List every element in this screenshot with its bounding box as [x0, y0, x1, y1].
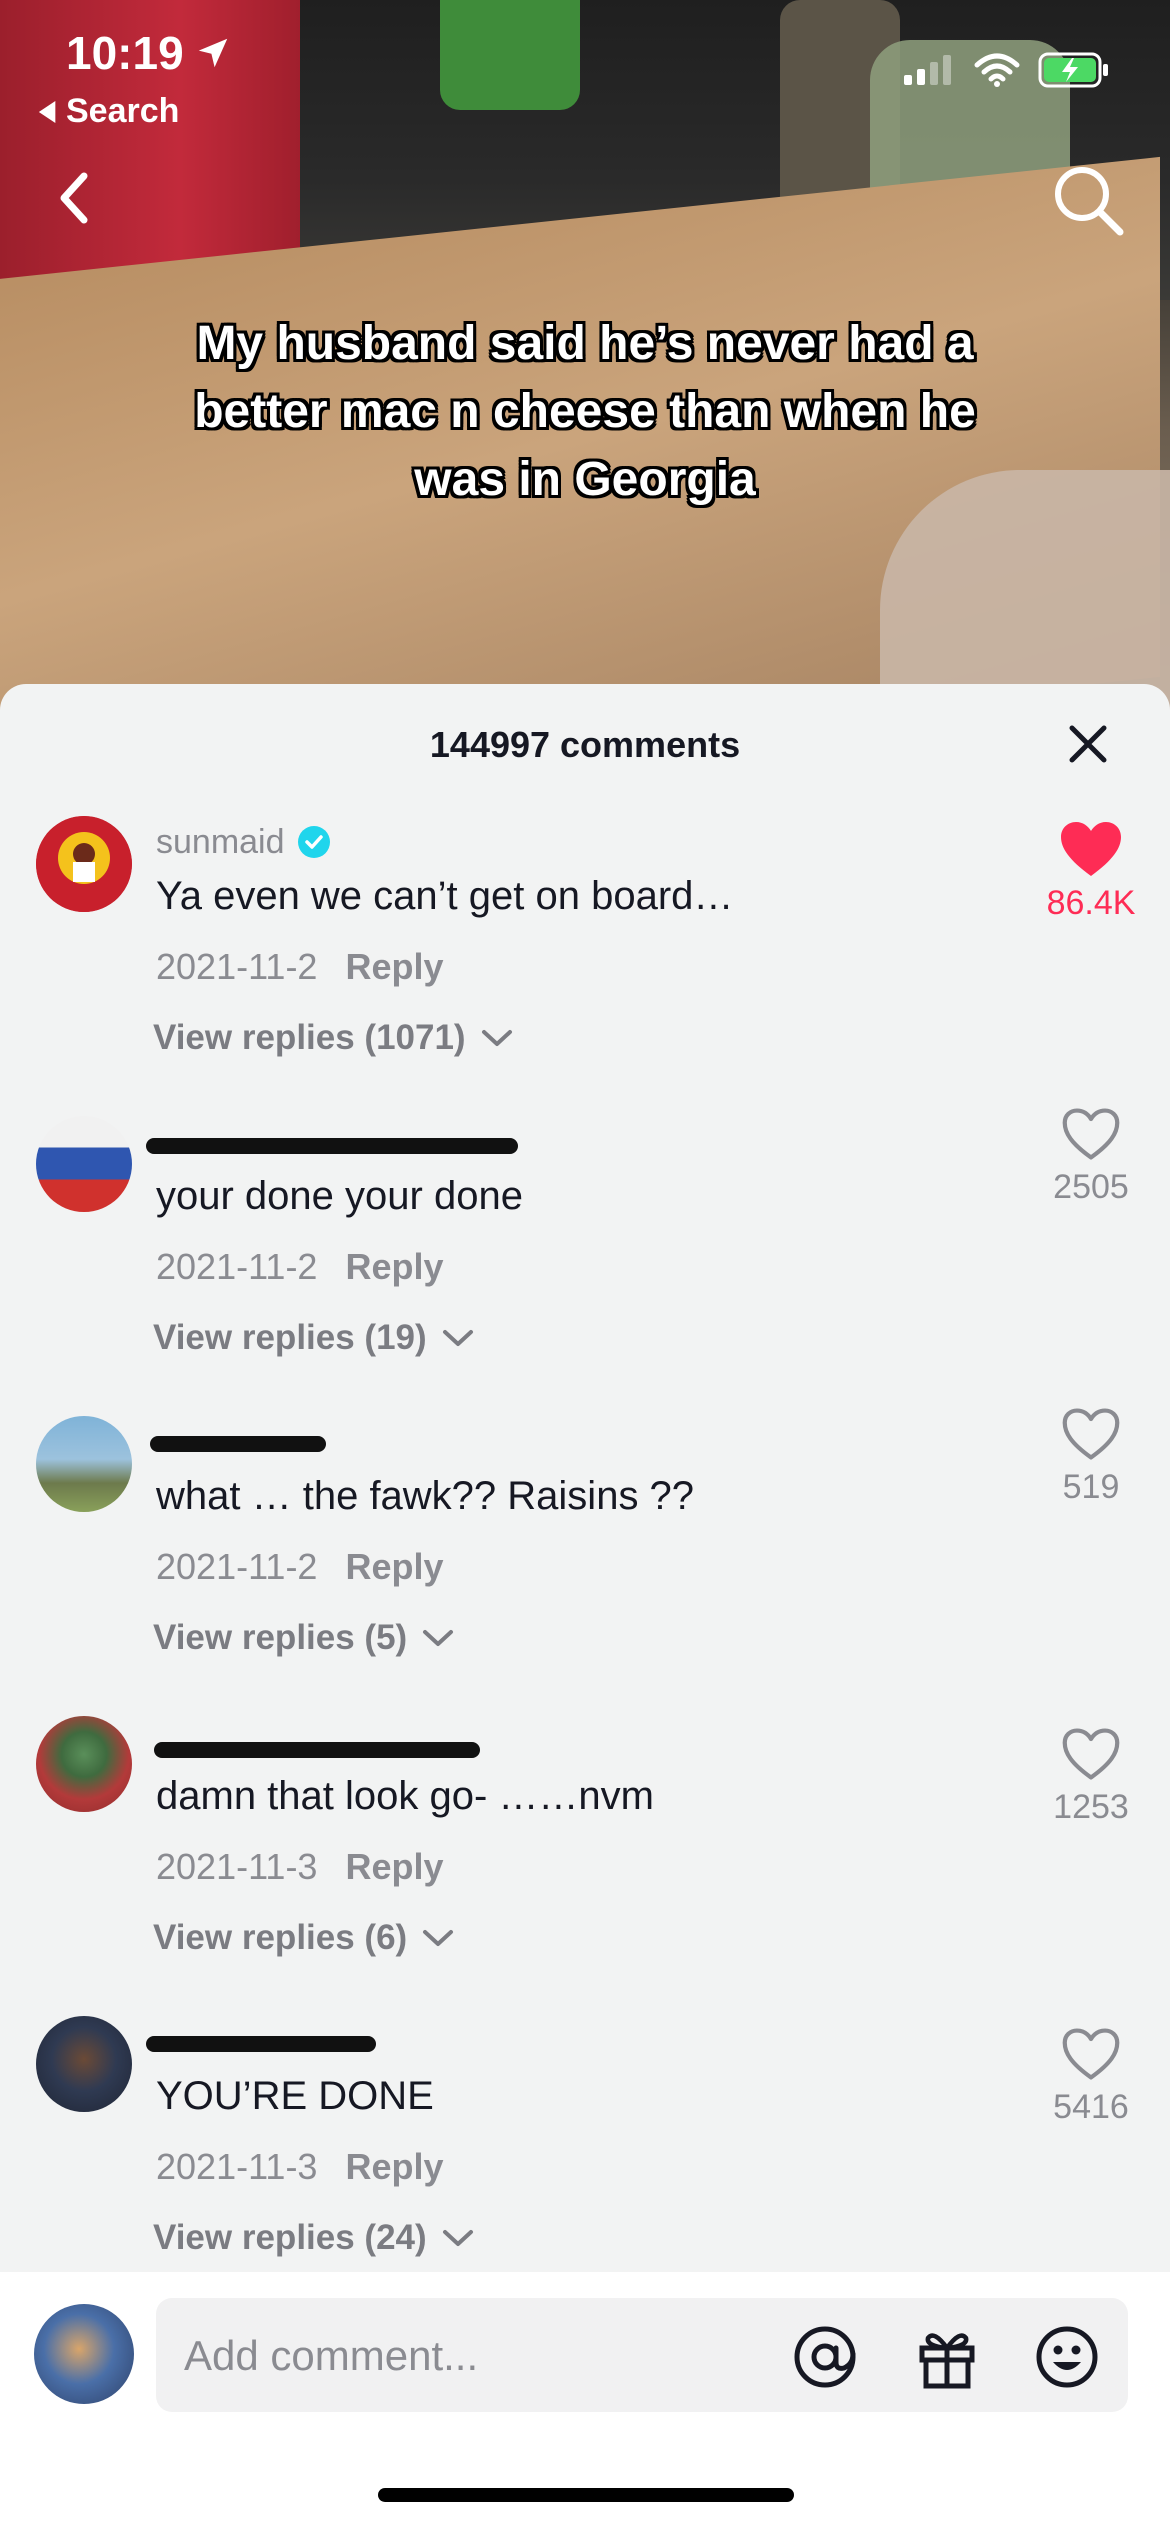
avatar[interactable]: [36, 2016, 132, 2112]
video-background[interactable]: 10:19 Search My husband said he’s never …: [0, 0, 1170, 720]
gift-icon[interactable]: [914, 2324, 980, 2390]
heart-outline-icon: [1062, 2028, 1120, 2080]
comment-meta: 2021-11-2 Reply: [156, 1246, 444, 1288]
like-count: 1253: [1053, 1788, 1129, 1826]
avatar[interactable]: [36, 816, 132, 912]
view-replies-button[interactable]: View replies (6): [153, 1918, 455, 1958]
back-to-search-label: Search: [66, 92, 180, 130]
view-replies-button[interactable]: View replies (1071): [153, 1018, 514, 1058]
username-redaction: [146, 2036, 376, 2052]
bottle-image: [440, 0, 580, 110]
chevron-down-icon: [481, 1030, 512, 1046]
comment-username[interactable]: sunmaid: [156, 820, 331, 864]
comment-meta: 2021-11-2 Reply: [156, 946, 444, 988]
mention-icon[interactable]: [792, 2324, 858, 2390]
comment-meta: 2021-11-3 Reply: [156, 2146, 444, 2188]
chevron-down-icon: [423, 1930, 454, 1946]
battery-charging-icon: [1038, 52, 1108, 88]
comment-item: damn that look go- ……nvm 2021-11-3 Reply …: [0, 1716, 1170, 2016]
comments-sheet: 144997 comments sunmaid Ya even we can’t…: [0, 684, 1170, 2532]
reply-button[interactable]: Reply: [345, 1246, 443, 1287]
comments-count-title: 144997 comments: [429, 724, 741, 765]
like-button[interactable]: 5416: [1036, 2026, 1146, 2127]
chevron-left-icon[interactable]: [46, 168, 106, 228]
video-caption: My husband said he’s never had a better …: [194, 317, 976, 506]
comment-input[interactable]: Add comment...: [156, 2298, 1128, 2412]
comment-text: what … the fawk?? Raisins ??: [156, 1474, 695, 1518]
comment-item: sunmaid Ya even we can’t get on board… 2…: [0, 816, 1170, 1116]
comment-input-placeholder: Add comment...: [184, 2332, 479, 2379]
like-count: 86.4K: [1046, 884, 1136, 922]
verified-badge-icon: [297, 826, 330, 858]
heart-outline-icon: [1062, 1108, 1120, 1160]
comment-item: your done your done 2021-11-2 Reply View …: [0, 1108, 1170, 1416]
comment-date: 2021-11-3: [156, 2146, 318, 2187]
view-replies-label: View replies (6): [153, 1918, 408, 1957]
username-redaction: [150, 1436, 326, 1452]
comment-date: 2021-11-2: [156, 1246, 318, 1287]
comment-date: 2021-11-3: [156, 1846, 318, 1887]
like-count: 2505: [1053, 1168, 1129, 1206]
reply-button[interactable]: Reply: [345, 1546, 443, 1587]
like-button[interactable]: 86.4K: [1036, 820, 1146, 923]
home-indicator[interactable]: [378, 2488, 794, 2502]
comment-meta: 2021-11-2 Reply: [156, 1546, 444, 1588]
reply-button[interactable]: Reply: [345, 2146, 443, 2187]
status-time: 10:19: [66, 26, 232, 80]
view-replies-button[interactable]: View replies (19): [153, 1318, 475, 1358]
view-replies-button[interactable]: View replies (5): [153, 1618, 455, 1658]
view-replies-label: View replies (19): [153, 1318, 427, 1357]
comment-text: your done your done: [156, 1174, 523, 1218]
avatar[interactable]: [36, 1416, 132, 1512]
sunmaid-logo-icon: [36, 816, 132, 912]
back-to-search[interactable]: Search: [38, 92, 179, 131]
close-icon[interactable]: [1064, 720, 1112, 768]
comment-item: YOU’RE DONE 2021-11-3 Reply View replies …: [0, 2016, 1170, 2316]
username-redaction: [146, 1138, 518, 1154]
comment-item: what … the fawk?? Raisins ?? 2021-11-2 Re…: [0, 1408, 1170, 1716]
view-replies-label: View replies (24): [153, 2218, 427, 2257]
like-button[interactable]: 1253: [1036, 1726, 1146, 1827]
username-label: sunmaid: [156, 822, 285, 861]
avatar[interactable]: [36, 1716, 132, 1812]
username-redaction: [154, 1742, 480, 1758]
location-arrow-icon: [198, 38, 227, 68]
search-icon[interactable]: [1050, 162, 1126, 238]
comment-text: YOU’RE DONE: [156, 2074, 434, 2118]
comment-meta: 2021-11-3 Reply: [156, 1846, 444, 1888]
signal-icon: [904, 55, 951, 85]
chevron-down-icon: [442, 2230, 473, 2246]
heart-outline-icon: [1062, 1728, 1120, 1780]
like-count: 5416: [1053, 2088, 1129, 2126]
wifi-icon: [974, 53, 1020, 87]
back-triangle-icon: [38, 100, 56, 123]
comment-date: 2021-11-2: [156, 1546, 318, 1587]
chevron-down-icon: [423, 1630, 454, 1646]
reply-button[interactable]: Reply: [345, 946, 443, 987]
like-button[interactable]: 519: [1036, 1406, 1146, 1507]
view-replies-button[interactable]: View replies (24): [153, 2218, 475, 2258]
chevron-down-icon: [442, 1330, 473, 1346]
emoji-icon[interactable]: [1034, 2324, 1100, 2390]
like-count: 519: [1062, 1468, 1120, 1506]
time-label: 10:19: [66, 27, 184, 79]
comment-date: 2021-11-2: [156, 946, 318, 987]
like-button[interactable]: 2505: [1036, 1106, 1146, 1207]
avatar[interactable]: [36, 1116, 132, 1212]
view-replies-label: View replies (1071): [153, 1018, 466, 1057]
reply-button[interactable]: Reply: [345, 1846, 443, 1887]
comment-text: Ya even we can’t get on board…: [156, 874, 734, 918]
avatar[interactable]: [34, 2304, 134, 2404]
view-replies-label: View replies (5): [153, 1618, 408, 1657]
status-indicators: [904, 52, 1110, 88]
heart-outline-icon: [1062, 1408, 1120, 1460]
comment-text: damn that look go- ……nvm: [156, 1774, 654, 1818]
heart-filled-icon: [1061, 822, 1121, 876]
